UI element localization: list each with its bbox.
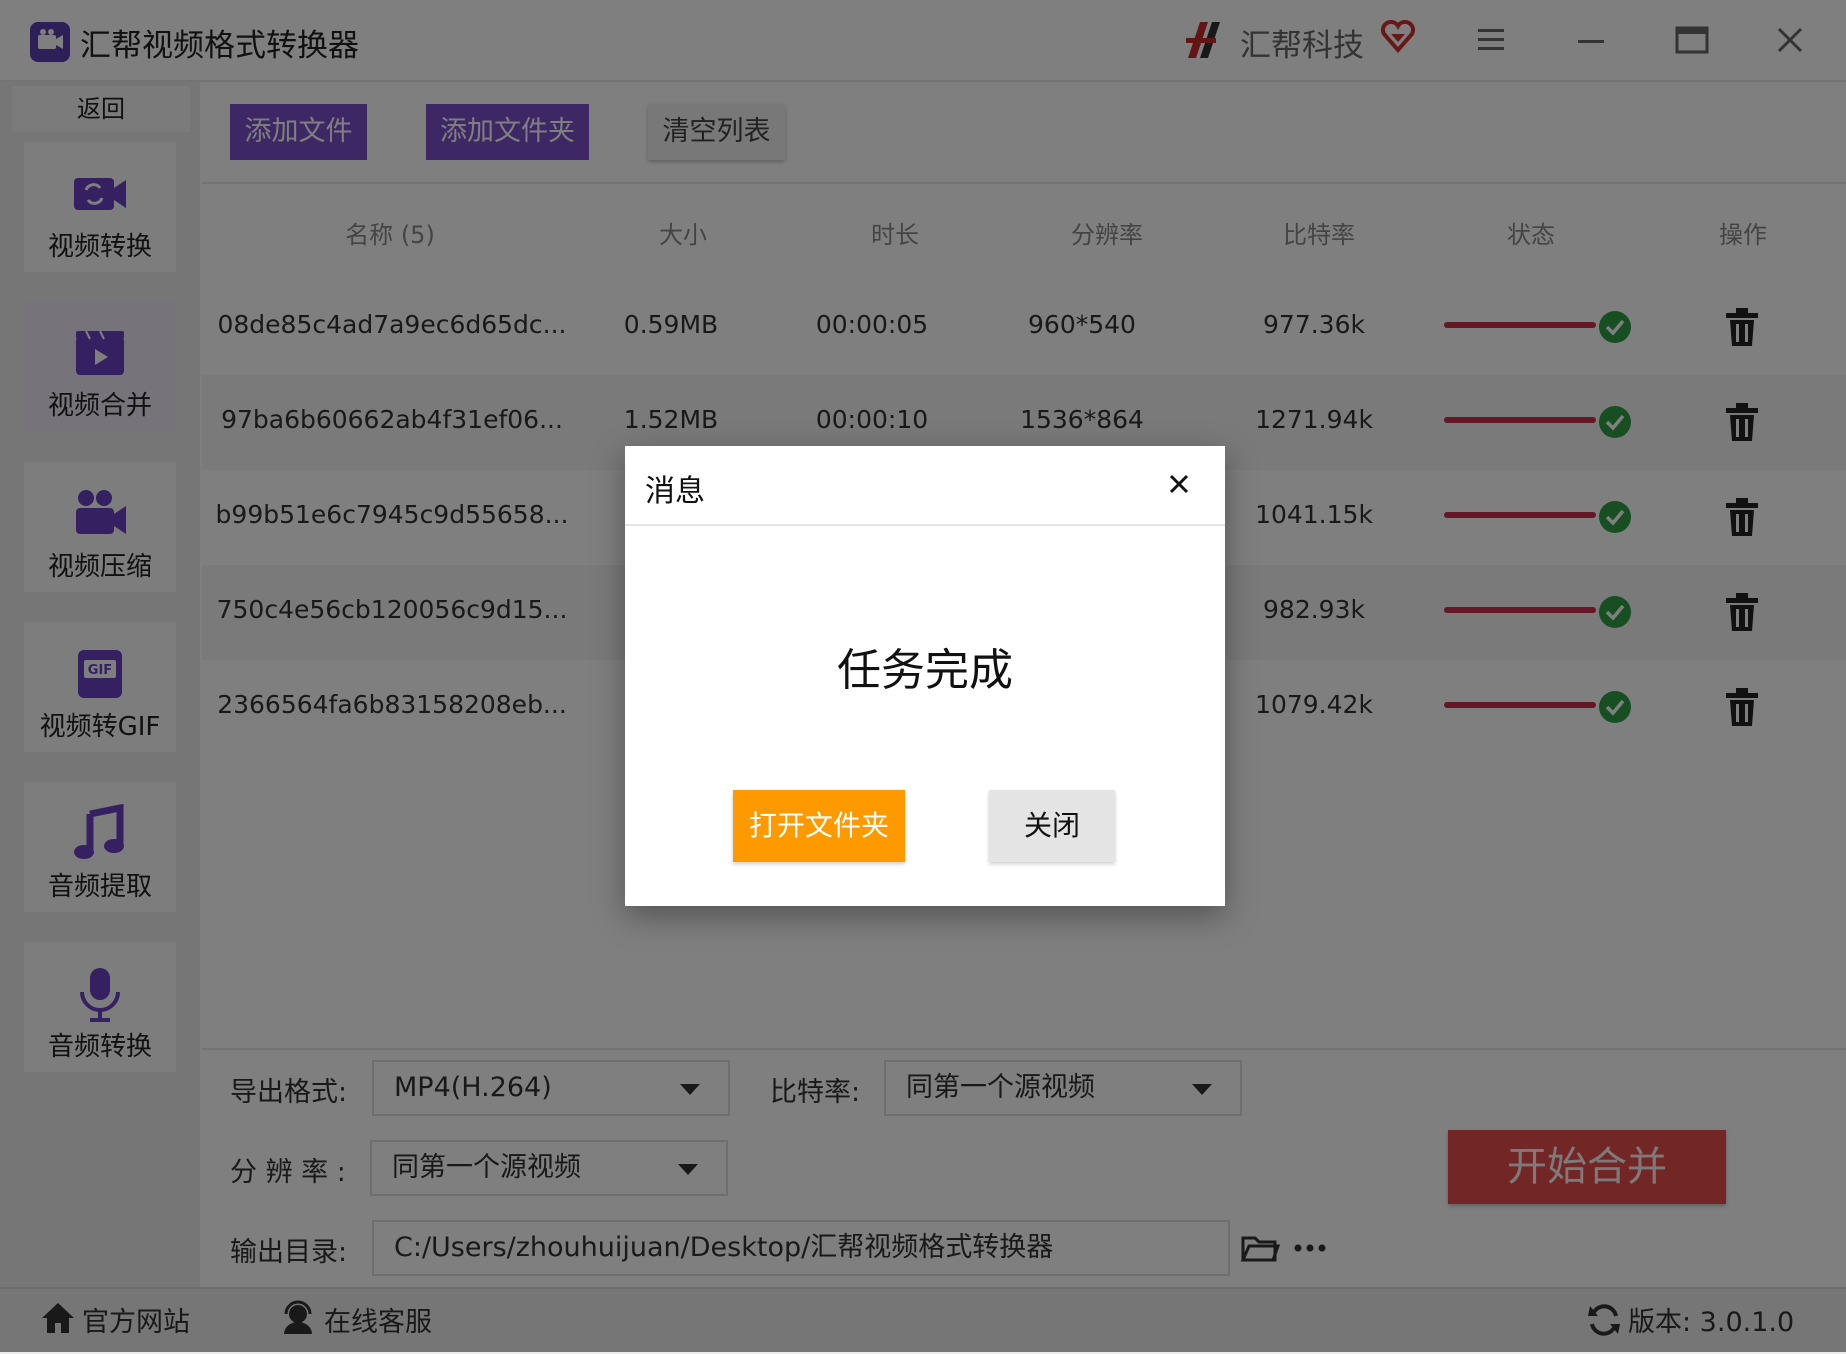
- dialog-message: 任务完成: [837, 645, 1013, 696]
- open-folder-button[interactable]: 打开文件夹: [733, 790, 905, 862]
- dialog-close-icon[interactable]: [1161, 466, 1197, 502]
- message-dialog: 消息 任务完成 打开文件夹 关闭: [625, 446, 1225, 906]
- dialog-close-button[interactable]: 关闭: [989, 790, 1115, 862]
- dialog-title: 消息: [645, 474, 705, 509]
- dialog-header: [625, 446, 1225, 526]
